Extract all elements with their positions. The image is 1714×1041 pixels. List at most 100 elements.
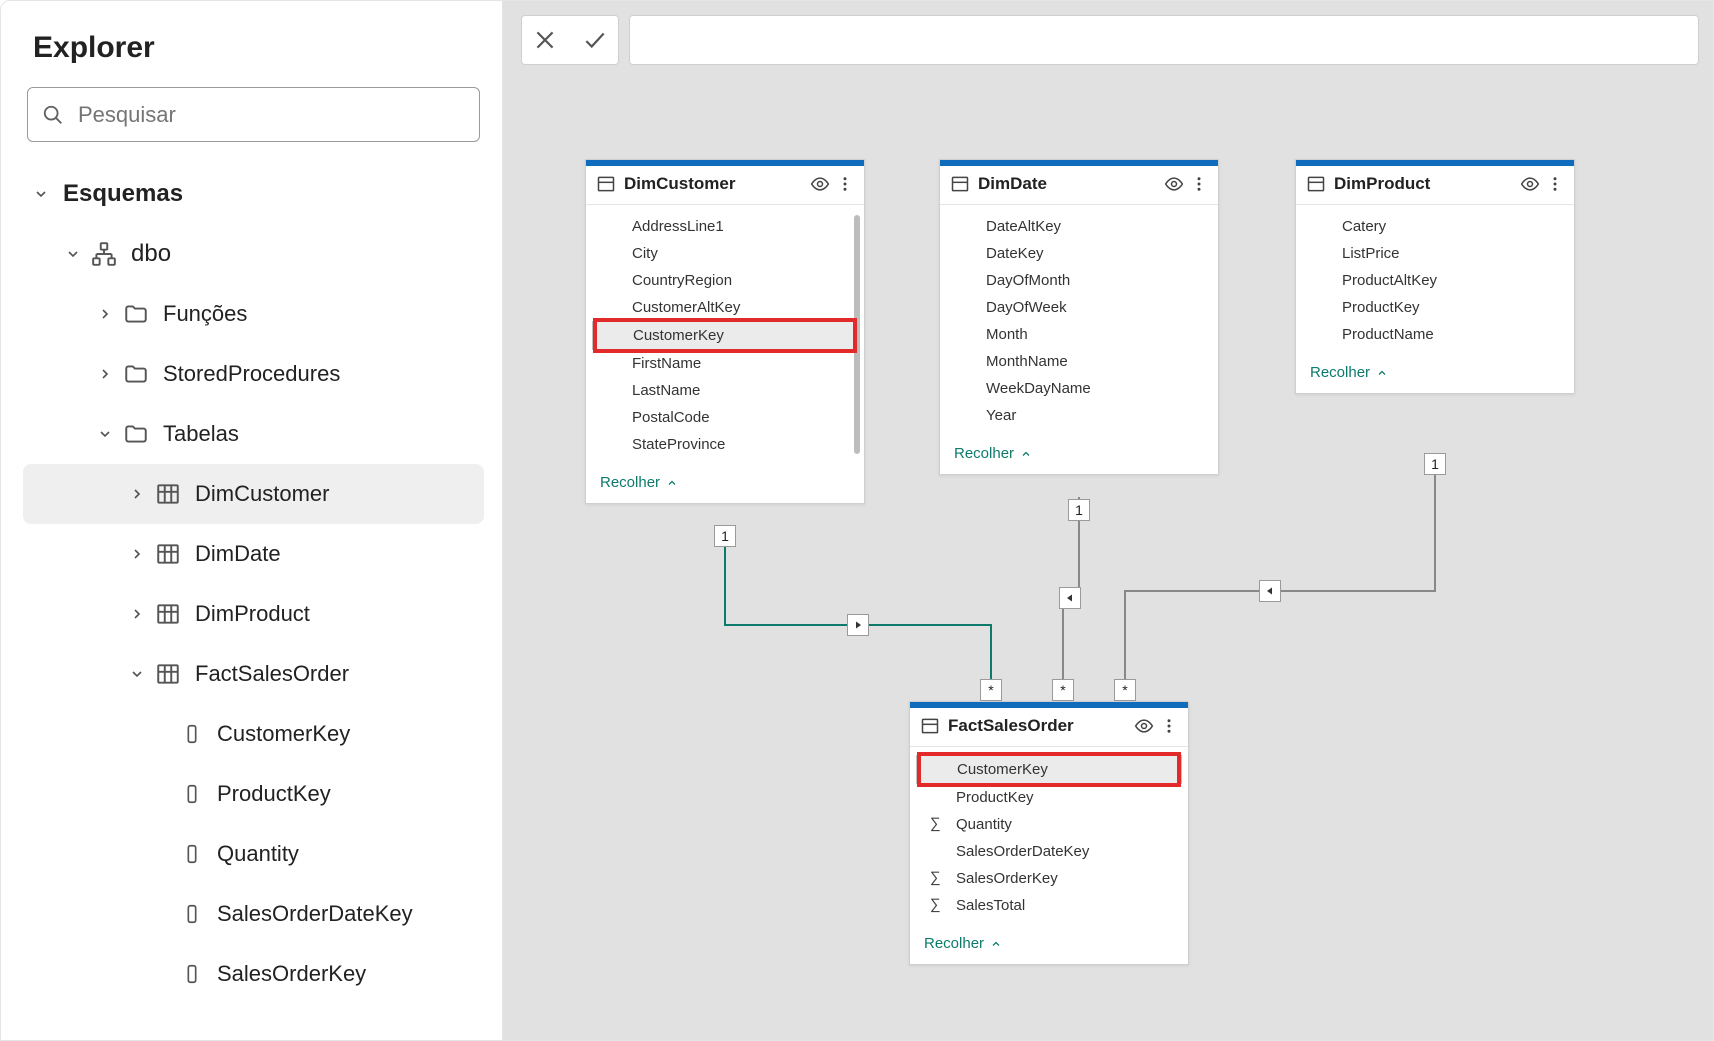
table-card-dimproduct[interactable]: DimProduct Catery ListPrice ProductAltKe… [1295, 159, 1575, 394]
field-item[interactable]: Month [940, 321, 1218, 348]
table-card-dimcustomer[interactable]: DimCustomer AddressLine1 City CountryReg… [585, 159, 865, 504]
app-root: Explorer Esquemas dbo Funções [0, 0, 1714, 1041]
card-title: DimCustomer [624, 174, 810, 194]
card-body: AddressLine1 City CountryRegion Customer… [586, 205, 864, 464]
collapse-button[interactable]: Recolher [910, 925, 1188, 964]
visibility-icon[interactable] [1134, 716, 1154, 736]
dimcustomer-label: DimCustomer [195, 481, 329, 507]
card-header: DimCustomer [586, 166, 864, 205]
explorer-tree: Esquemas dbo Funções StoredProcedures [23, 164, 484, 1004]
field-item[interactable]: DayOfWeek [940, 294, 1218, 321]
tree-col-customerkey[interactable]: CustomerKey [23, 704, 484, 764]
field-item[interactable]: ListPrice [1296, 240, 1574, 267]
more-options-icon[interactable] [1160, 717, 1178, 735]
chevron-down-icon [97, 426, 113, 442]
tree-col-quantity[interactable]: Quantity [23, 824, 484, 884]
field-item[interactable]: Year [940, 402, 1218, 429]
visibility-icon[interactable] [1520, 174, 1540, 194]
field-item-selected[interactable]: CustomerKey [916, 755, 1182, 784]
field-label: SalesTotal [956, 897, 1025, 914]
more-options-icon[interactable] [1546, 175, 1564, 193]
field-item[interactable]: ProductName [1296, 321, 1574, 348]
chevron-right-icon [129, 606, 145, 622]
field-item[interactable]: ∑SalesOrderKey [910, 865, 1188, 892]
chevron-up-icon [1376, 367, 1388, 379]
model-canvas[interactable]: 1 1 1 * * * DimCustomer AddressL [503, 77, 1713, 1040]
collapse-button[interactable]: Recolher [940, 435, 1218, 474]
table-icon [1306, 174, 1326, 194]
tree-node-dimdate[interactable]: DimDate [23, 524, 484, 584]
field-item[interactable]: MonthName [940, 348, 1218, 375]
tables-label: Tabelas [163, 421, 239, 447]
table-card-dimdate[interactable]: DimDate DateAltKey DateKey DayOfMonth Da… [939, 159, 1219, 475]
field-label: SalesOrderKey [956, 870, 1058, 887]
field-item[interactable]: CustomerAltKey [586, 294, 864, 321]
field-item[interactable]: City [586, 240, 864, 267]
tree-node-tables[interactable]: Tabelas [23, 404, 484, 464]
tree-col-productkey[interactable]: ProductKey [23, 764, 484, 824]
tree-node-dbo[interactable]: dbo [23, 224, 484, 284]
confirm-icon[interactable] [582, 27, 608, 53]
folder-icon [123, 421, 149, 447]
dimproduct-label: DimProduct [195, 601, 310, 627]
col-salesorderdatekey-label: SalesOrderDateKey [217, 901, 413, 927]
search-input[interactable] [76, 101, 465, 129]
field-item[interactable]: FirstName [586, 350, 864, 377]
col-customerkey-label: CustomerKey [217, 721, 350, 747]
visibility-icon[interactable] [1164, 174, 1184, 194]
field-item[interactable]: StateProvince [586, 431, 864, 458]
field-item[interactable]: WeekDayName [940, 375, 1218, 402]
collapse-label: Recolher [954, 445, 1014, 462]
tree-node-dimproduct[interactable]: DimProduct [23, 584, 484, 644]
tree-col-salesorderkey[interactable]: SalesOrderKey [23, 944, 484, 1004]
collapse-button[interactable]: Recolher [586, 464, 864, 503]
formula-bar [521, 15, 1699, 65]
field-item[interactable]: AddressLine1 [586, 213, 864, 240]
tree-col-salesorderdatekey[interactable]: SalesOrderDateKey [23, 884, 484, 944]
card-title: DimProduct [1334, 174, 1520, 194]
collapse-button[interactable]: Recolher [1296, 354, 1574, 393]
field-item[interactable]: ProductAltKey [1296, 267, 1574, 294]
field-item[interactable]: PostalCode [586, 404, 864, 431]
field-item[interactable]: ∑SalesTotal [910, 892, 1188, 919]
chevron-up-icon [990, 938, 1002, 950]
table-icon [155, 601, 181, 627]
explorer-panel: Explorer Esquemas dbo Funções [1, 1, 503, 1040]
col-salesorderkey-label: SalesOrderKey [217, 961, 366, 987]
field-item[interactable]: ProductKey [910, 784, 1188, 811]
chevron-down-icon [33, 186, 49, 202]
tree-node-functions[interactable]: Funções [23, 284, 484, 344]
card-title: DimDate [978, 174, 1164, 194]
collapse-label: Recolher [924, 935, 984, 952]
field-item[interactable]: LastName [586, 377, 864, 404]
search-input-wrapper[interactable] [27, 87, 480, 142]
field-item[interactable]: SalesOrderDateKey [910, 838, 1188, 865]
more-options-icon[interactable] [1190, 175, 1208, 193]
filter-direction-icon [847, 614, 869, 636]
field-item-selected[interactable]: CustomerKey [592, 321, 858, 350]
tree-node-schemas[interactable]: Esquemas [23, 164, 484, 224]
formula-input[interactable] [629, 15, 1699, 65]
cardinality-many: * [1052, 679, 1074, 701]
schema-name: dbo [131, 240, 171, 268]
sprocs-label: StoredProcedures [163, 361, 340, 387]
cancel-icon[interactable] [532, 27, 558, 53]
functions-label: Funções [163, 301, 247, 327]
cardinality-one: 1 [1424, 453, 1446, 475]
field-item[interactable]: CountryRegion [586, 267, 864, 294]
more-options-icon[interactable] [836, 175, 854, 193]
column-icon [181, 963, 203, 985]
field-item[interactable]: ProductKey [1296, 294, 1574, 321]
field-item[interactable]: DateKey [940, 240, 1218, 267]
card-body: DateAltKey DateKey DayOfMonth DayOfWeek … [940, 205, 1218, 435]
tree-node-dimcustomer[interactable]: DimCustomer [23, 464, 484, 524]
tree-node-factsalesorder[interactable]: FactSalesOrder [23, 644, 484, 704]
table-icon [596, 174, 616, 194]
field-item[interactable]: ∑Quantity [910, 811, 1188, 838]
field-item[interactable]: DateAltKey [940, 213, 1218, 240]
tree-node-storedprocedures[interactable]: StoredProcedures [23, 344, 484, 404]
field-item[interactable]: DayOfMonth [940, 267, 1218, 294]
field-item[interactable]: Catery [1296, 213, 1574, 240]
visibility-icon[interactable] [810, 174, 830, 194]
table-card-factsalesorder[interactable]: FactSalesOrder CustomerKey ProductKey ∑Q… [909, 701, 1189, 965]
